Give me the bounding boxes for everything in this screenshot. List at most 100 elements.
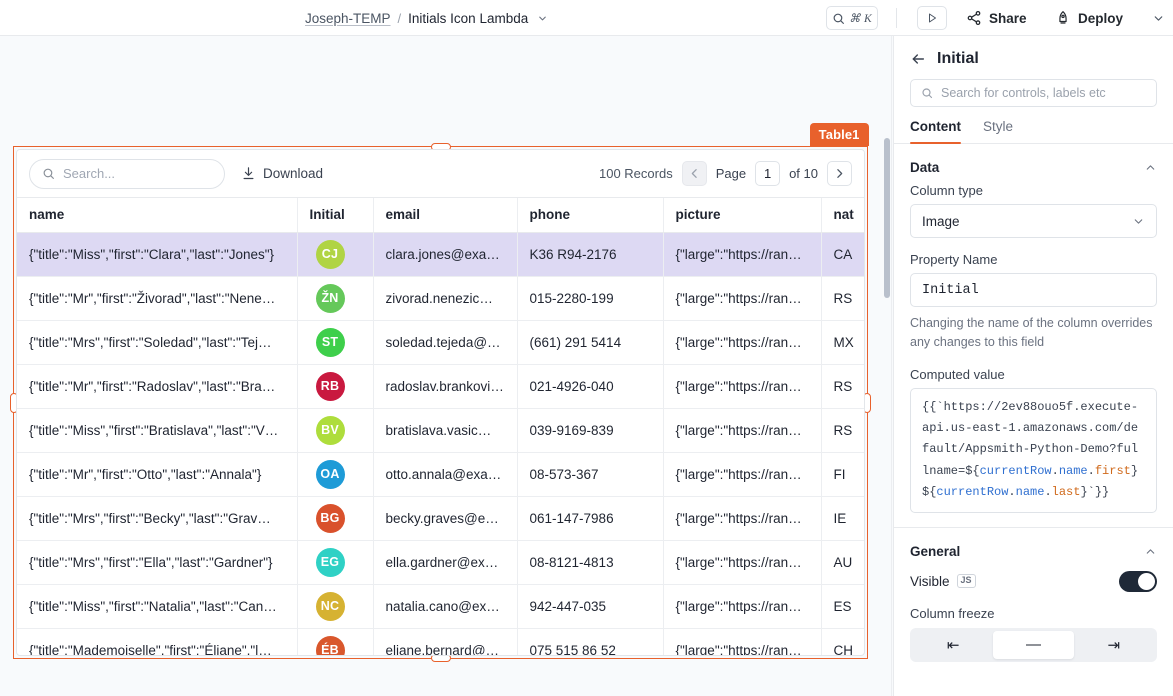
cell-picture[interactable]: {"large":"https://ran…: [663, 408, 822, 453]
global-search-button[interactable]: ⌘ K: [826, 6, 878, 30]
no-freeze-icon[interactable]: —: [993, 630, 1074, 659]
cell-email[interactable]: clara.jones@exam…: [373, 232, 518, 277]
cell-name[interactable]: {"title":"Miss","first":"Clara","last":"…: [17, 232, 298, 277]
cell-initial[interactable]: EG: [297, 540, 374, 585]
arrow-left-icon[interactable]: [910, 51, 926, 67]
column-header-nat[interactable]: nat: [821, 198, 864, 233]
property-pane[interactable]: Initial Content Style Data Column type I…: [893, 36, 1173, 696]
cell-name[interactable]: {"title":"Mrs","first":"Ella","last":"Ga…: [17, 540, 298, 585]
cell-email[interactable]: soledad.tejeda@e…: [373, 320, 518, 365]
cell-phone[interactable]: 021-4926-040: [517, 364, 664, 409]
table-row[interactable]: {"title":"Miss","first":"Bratislava","la…: [17, 408, 864, 453]
breadcrumb-workspace[interactable]: Joseph-TEMP: [305, 11, 391, 26]
table-row[interactable]: {"title":"Miss","first":"Natalia","last"…: [17, 584, 864, 629]
tab-style[interactable]: Style: [983, 119, 1013, 143]
chevron-down-icon[interactable]: [537, 13, 548, 24]
cell-nat[interactable]: RS: [821, 364, 864, 409]
table-row[interactable]: {"title":"Mademoiselle","first":"Éliane"…: [17, 628, 864, 655]
cell-nat[interactable]: ES: [821, 584, 864, 629]
table-search-box[interactable]: [29, 158, 225, 189]
cell-initial[interactable]: RB: [297, 364, 374, 409]
general-section-header[interactable]: General: [894, 528, 1173, 567]
freeze-right-icon[interactable]: ⇥: [1074, 631, 1154, 659]
cell-email[interactable]: natalia.cano@exa…: [373, 584, 518, 629]
widget-name-badge[interactable]: Table1: [809, 123, 869, 146]
cell-name[interactable]: {"title":"Mrs","first":"Soledad","last":…: [17, 320, 298, 365]
cell-picture[interactable]: {"large":"https://ran…: [663, 540, 822, 585]
js-toggle-badge[interactable]: JS: [956, 574, 976, 588]
table-row[interactable]: {"title":"Mrs","first":"Becky","last":"G…: [17, 496, 864, 541]
cell-email[interactable]: becky.graves@ex…: [373, 496, 518, 541]
breadcrumb-page-name[interactable]: Initials Icon Lambda: [408, 11, 528, 26]
canvas-scrollbar-thumb[interactable]: [884, 138, 890, 298]
cell-name[interactable]: {"title":"Miss","first":"Natalia","last"…: [17, 584, 298, 629]
cell-initial[interactable]: BG: [297, 496, 374, 541]
table-row[interactable]: {"title":"Mr","first":"Živorad","last":"…: [17, 276, 864, 321]
chevron-up-icon[interactable]: [1144, 545, 1157, 558]
cell-nat[interactable]: MX: [821, 320, 864, 365]
table-search-input[interactable]: [63, 166, 203, 181]
cell-picture[interactable]: {"large":"https://ran…: [663, 364, 822, 409]
column-header-name[interactable]: name: [17, 198, 298, 233]
cell-initial[interactable]: NC: [297, 584, 374, 629]
cell-name[interactable]: {"title":"Mr","first":"Živorad","last":"…: [17, 276, 298, 321]
cell-initial[interactable]: OA: [297, 452, 374, 497]
table-grid[interactable]: name Initial email phone picture nat {"title"…: [17, 198, 864, 655]
table-widget[interactable]: Download 100 Records Page 1 of 10: [16, 149, 865, 656]
prev-page-button[interactable]: [681, 161, 707, 186]
cell-nat[interactable]: FI: [821, 452, 864, 497]
column-type-select[interactable]: Image: [910, 204, 1157, 238]
cell-phone[interactable]: 061-147-7986: [517, 496, 664, 541]
cell-email[interactable]: bratislava.vasic@…: [373, 408, 518, 453]
deploy-button[interactable]: Deploy: [1055, 0, 1123, 36]
cell-name[interactable]: {"title":"Mr","first":"Radoslav","last":…: [17, 364, 298, 409]
table-row[interactable]: {"title":"Mr","first":"Radoslav","last":…: [17, 364, 864, 409]
cell-nat[interactable]: RS: [821, 276, 864, 321]
freeze-left-icon[interactable]: ⇤: [913, 631, 993, 659]
next-page-button[interactable]: [827, 161, 852, 186]
table-row[interactable]: {"title":"Mrs","first":"Ella","last":"Ga…: [17, 540, 864, 585]
cell-phone[interactable]: 015-2280-199: [517, 276, 664, 321]
table-body[interactable]: {"title":"Miss","first":"Clara","last":"…: [17, 232, 864, 655]
download-button[interactable]: Download: [241, 166, 323, 181]
cell-picture[interactable]: {"large":"https://ran…: [663, 496, 822, 541]
cell-email[interactable]: ella.gardner@exa…: [373, 540, 518, 585]
cell-phone[interactable]: 075 515 86 52: [517, 628, 664, 655]
table-row[interactable]: {"title":"Miss","first":"Clara","last":"…: [17, 232, 864, 277]
app-canvas[interactable]: Table1 Download 100 Records: [0, 36, 882, 696]
column-freeze-segmented-control[interactable]: ⇤ — ⇥: [910, 627, 1157, 662]
cell-name[interactable]: {"title":"Mademoiselle","first":"Éliane"…: [17, 628, 298, 655]
computed-value-editor[interactable]: {{`https://2ev88ouo5f.execute-api.us-eas…: [910, 387, 1157, 513]
cell-nat[interactable]: RS: [821, 408, 864, 453]
cell-name[interactable]: {"title":"Mrs","first":"Becky","last":"G…: [17, 496, 298, 541]
cell-picture[interactable]: {"large":"https://ran…: [663, 452, 822, 497]
visible-toggle[interactable]: [1119, 570, 1157, 592]
table-row[interactable]: {"title":"Mrs","first":"Soledad","last":…: [17, 320, 864, 365]
cell-initial[interactable]: ÉB: [297, 628, 374, 655]
cell-phone[interactable]: 039-9169-839: [517, 408, 664, 453]
data-section-header[interactable]: Data: [894, 144, 1173, 183]
cell-phone[interactable]: 08-8121-4813: [517, 540, 664, 585]
cell-phone[interactable]: (661) 291 5414: [517, 320, 664, 365]
cell-picture[interactable]: {"large":"https://ran…: [663, 276, 822, 321]
cell-phone[interactable]: 942-447-035: [517, 584, 664, 629]
preview-button[interactable]: [917, 6, 947, 30]
canvas-scrollbar-track[interactable]: [882, 36, 892, 696]
cell-name[interactable]: {"title":"Mr","first":"Otto","last":"Ann…: [17, 452, 298, 497]
cell-picture[interactable]: {"large":"https://ran…: [663, 320, 822, 365]
column-header-picture[interactable]: picture: [663, 198, 822, 233]
cell-phone[interactable]: 08-573-367: [517, 452, 664, 497]
column-header-phone[interactable]: phone: [517, 198, 664, 233]
table-row[interactable]: {"title":"Mr","first":"Otto","last":"Ann…: [17, 452, 864, 497]
deploy-options-chevron-down-icon[interactable]: [1152, 0, 1165, 36]
cell-email[interactable]: eliane.bernard@e…: [373, 628, 518, 655]
cell-nat[interactable]: AU: [821, 540, 864, 585]
column-header-initial[interactable]: Initial: [297, 198, 374, 233]
cell-phone[interactable]: K36 R94-2176: [517, 232, 664, 277]
chevron-up-icon[interactable]: [1144, 161, 1157, 174]
cell-picture[interactable]: {"large":"https://ran…: [663, 232, 822, 277]
cell-picture[interactable]: {"large":"https://ran…: [663, 584, 822, 629]
cell-picture[interactable]: {"large":"https://ran…: [663, 628, 822, 655]
cell-nat[interactable]: IE: [821, 496, 864, 541]
property-search-box[interactable]: [910, 79, 1157, 107]
